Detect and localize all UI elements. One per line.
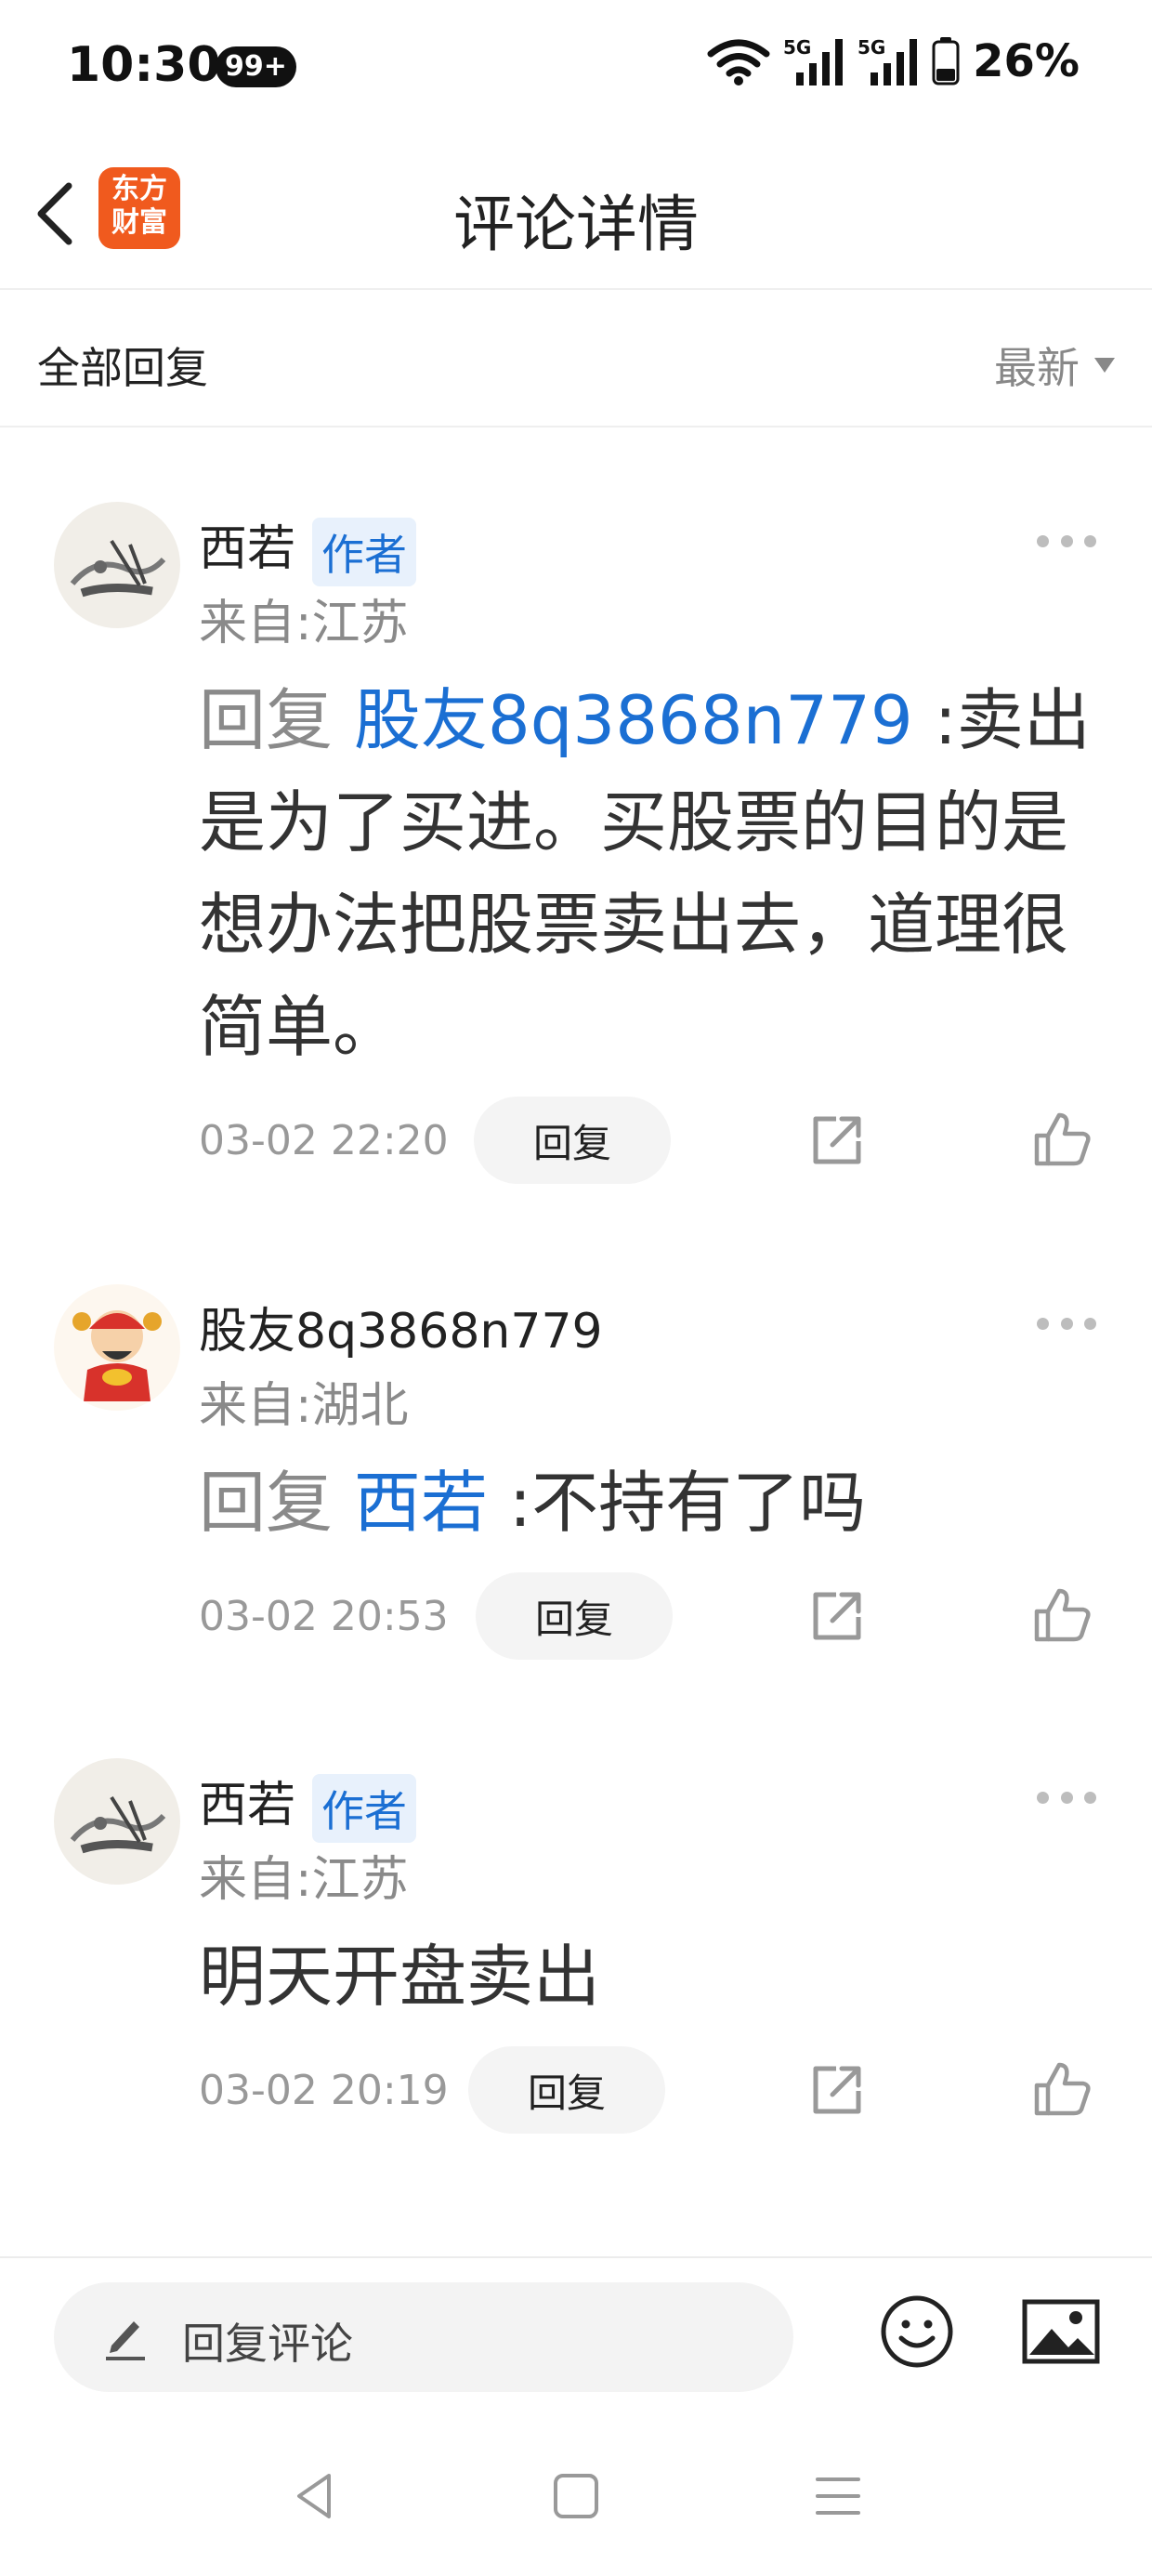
notification-badge: 99+ <box>216 46 296 87</box>
colon: : <box>934 681 957 759</box>
username: 股友8q3868n779 <box>199 1292 603 1361</box>
avatar[interactable] <box>54 502 180 628</box>
signal-icon: 5G <box>857 36 918 85</box>
reply-placeholder: 回复评论 <box>182 2319 353 2369</box>
reply-button[interactable]: 回复 <box>474 1097 671 1184</box>
sort-dropdown[interactable]: 最新 <box>994 335 1115 396</box>
signal-label: 5G <box>783 36 811 59</box>
comment-meta: 03-02 20:53 回复 <box>199 1572 1091 1662</box>
reply-prefix: 回复 <box>199 1464 334 1542</box>
timestamp: 03-02 20:53 <box>199 1593 449 1640</box>
system-nav-bar <box>0 2416 1152 2576</box>
reply-button[interactable]: 回复 <box>468 2046 665 2134</box>
more-icon[interactable] <box>1037 1788 1096 1807</box>
username-text[interactable]: 西若 <box>199 1778 295 1833</box>
header: 东方 财富 评论详情 <box>0 139 1152 290</box>
username-text[interactable]: 股友8q3868n779 <box>199 1304 603 1360</box>
share-icon[interactable] <box>808 1111 866 1169</box>
username-text[interactable]: 西若 <box>199 521 295 577</box>
like-icon[interactable] <box>1033 2059 1093 2119</box>
signal-icon: 5G <box>783 36 844 85</box>
signal-label: 5G <box>857 36 885 59</box>
author-badge: 作者 <box>312 518 417 586</box>
sort-label: 最新 <box>994 343 1080 393</box>
all-replies-label: 全部回复 <box>37 343 208 393</box>
nav-back-icon[interactable] <box>286 2468 342 2524</box>
nav-menu-icon[interactable] <box>810 2468 866 2524</box>
location: 来自:湖北 <box>199 1378 409 1434</box>
status-time: 10:30 <box>67 37 221 93</box>
bottom-reply-bar: 回复评论 <box>0 2256 1152 2416</box>
pen-icon <box>106 2321 145 2360</box>
reply-input[interactable]: 回复评论 <box>54 2282 793 2392</box>
share-icon[interactable] <box>808 2061 866 2119</box>
author-badge: 作者 <box>312 1774 417 1843</box>
timestamp: 03-02 22:20 <box>199 1117 449 1164</box>
emoji-icon[interactable] <box>879 2293 955 2370</box>
avatar[interactable] <box>54 1284 180 1411</box>
timestamp: 03-02 20:19 <box>199 2067 449 2114</box>
like-icon[interactable] <box>1033 1110 1093 1169</box>
comment-text: 明天开盘卖出 <box>199 1925 1091 2028</box>
nav-home-icon[interactable] <box>548 2468 604 2524</box>
more-icon[interactable] <box>1037 1314 1096 1333</box>
username: 西若 作者 <box>199 1766 417 1843</box>
reply-button[interactable]: 回复 <box>476 1572 673 1660</box>
wifi-icon <box>707 39 770 85</box>
location: 来自:江苏 <box>199 596 409 651</box>
comment-body: 明天开盘卖出 <box>199 1938 601 2016</box>
like-icon[interactable] <box>1033 1585 1093 1645</box>
share-icon[interactable] <box>808 1587 866 1645</box>
page-title: 评论详情 <box>453 189 699 260</box>
more-icon[interactable] <box>1037 532 1096 550</box>
status-bar: 10:30 99+ 5G 5G 26% <box>0 0 1152 139</box>
colon: : <box>508 1464 532 1542</box>
battery-icon <box>932 37 960 85</box>
image-icon[interactable] <box>1022 2299 1100 2364</box>
reply-prefix: 回复 <box>199 681 334 759</box>
location: 来自:江苏 <box>199 1852 409 1908</box>
comment-meta: 03-02 22:20 回复 <box>199 1097 1091 1186</box>
comment-body: 不持有了吗 <box>531 1464 867 1542</box>
mention-link[interactable]: 西若 <box>354 1464 488 1542</box>
avatar[interactable] <box>54 1758 180 1885</box>
system-icons: 5G 5G 26% <box>707 35 1080 87</box>
dropdown-triangle-icon <box>1094 358 1115 373</box>
comment-meta: 03-02 20:19 回复 <box>199 2046 1091 2136</box>
comment-text: 回复 股友8q3868n779 :卖出是为了买进。买股票的目的是想办法把股票卖出… <box>199 669 1091 1078</box>
username: 西若 作者 <box>199 509 417 586</box>
mention-link[interactable]: 股友8q3868n779 <box>354 681 913 759</box>
battery-level: 26% <box>973 35 1080 87</box>
filter-bar: 全部回复 最新 <box>0 290 1152 427</box>
comment-text: 回复 西若 :不持有了吗 <box>199 1452 1091 1554</box>
